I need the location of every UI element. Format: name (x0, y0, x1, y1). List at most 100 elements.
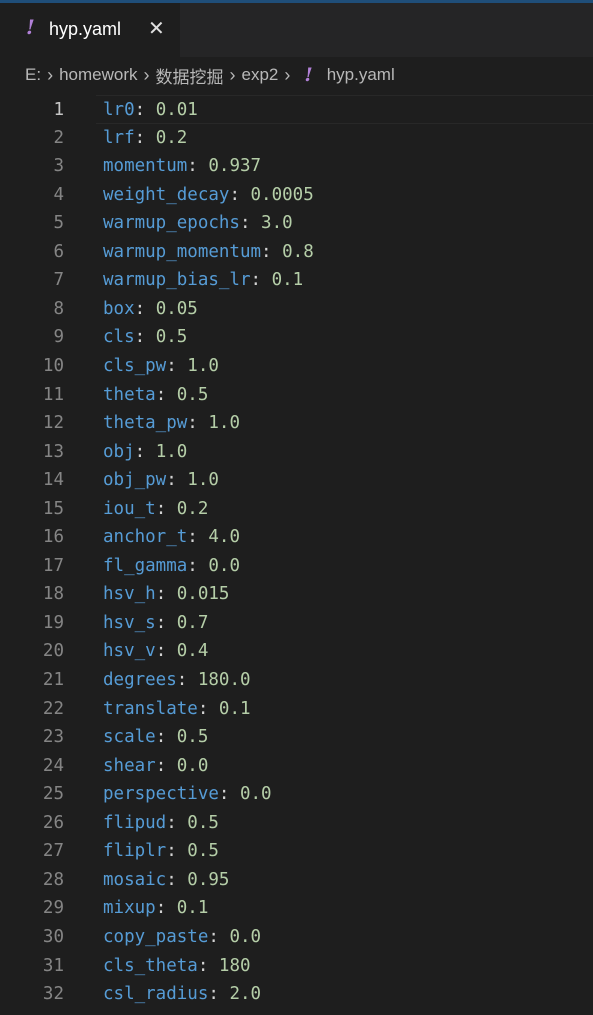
yaml-colon: : (250, 270, 272, 291)
code-line[interactable]: 6 warmup_momentum: 0.8 (0, 238, 593, 267)
code-line[interactable]: 2 lrf: 0.2 (0, 124, 593, 153)
line-number: 21 (42, 670, 64, 690)
code-text: translate: 0.1 (103, 695, 251, 724)
yaml-colon: : (155, 584, 177, 605)
code-line[interactable]: 22 translate: 0.1 (0, 695, 593, 724)
yaml-colon: : (187, 156, 209, 177)
code-text: lrf: 0.2 (103, 124, 187, 153)
code-line[interactable]: 24 shear: 0.0 (0, 752, 593, 781)
code-line[interactable]: 19 hsv_s: 0.7 (0, 609, 593, 638)
yaml-value: 0.0 (229, 926, 262, 947)
code-line[interactable]: 30 copy_paste: 0.0 (0, 923, 593, 952)
yaml-colon: : (155, 755, 177, 776)
close-icon[interactable]: ✕ (148, 16, 165, 40)
yaml-value: 4.0 (208, 527, 240, 548)
yaml-colon: : (155, 641, 177, 662)
tab-bar: ! hyp.yaml ✕ (0, 3, 593, 57)
line-number: 6 (53, 241, 64, 262)
yaml-colon: : (134, 441, 156, 462)
breadcrumb-data-mining[interactable]: 数据挖掘 (155, 63, 223, 88)
code-line[interactable]: 21 degrees: 180.0 (0, 666, 593, 695)
code-line[interactable]: 18 hsv_h: 0.015 (0, 580, 593, 609)
chevron-right-icon: › (47, 64, 54, 85)
code-line[interactable]: 31 cls_theta: 180 (0, 952, 593, 981)
line-number: 4 (53, 184, 64, 205)
yaml-colon: : (187, 527, 209, 548)
yaml-colon: : (187, 413, 209, 434)
yaml-key: fl_gamma (103, 555, 188, 576)
code-line[interactable]: 29 mixup: 0.1 (0, 894, 593, 923)
code-line[interactable]: 17 fl_gamma: 0.0 (0, 552, 593, 581)
code-line[interactable]: 9 cls: 0.5 (0, 323, 593, 352)
code-line[interactable]: 20 hsv_v: 0.4 (0, 637, 593, 666)
chevron-right-icon: › (284, 64, 291, 85)
line-number: 15 (42, 498, 64, 519)
yaml-value: 0.05 (155, 298, 198, 319)
code-line[interactable]: 13 obj: 1.0 (0, 438, 593, 467)
code-line[interactable]: 32 csl_radius: 2.0 (0, 980, 593, 1009)
line-number: 18 (42, 584, 64, 605)
chevron-right-icon: › (229, 64, 236, 85)
yaml-key: cls (103, 327, 135, 348)
code-text: degrees: 180.0 (103, 666, 251, 695)
line-number: 24 (42, 755, 64, 776)
yaml-key: weight_decay (103, 184, 230, 205)
code-line[interactable]: 7 warmup_bias_lr: 0.1 (0, 266, 593, 295)
code-text: cls_theta: 180 (103, 952, 251, 981)
line-number: 14 (42, 470, 64, 491)
code-line[interactable]: 16 anchor_t: 4.0 (0, 523, 593, 552)
line-number: 22 (42, 698, 64, 719)
code-editor[interactable]: 1 lr0: 0.01 2 lrf: 0.2 3 momentum: 0.937 4 weig… (0, 93, 593, 1015)
breadcrumb-drive[interactable]: E: (25, 65, 41, 85)
yaml-colon: : (208, 926, 230, 947)
yaml-colon: : (166, 869, 188, 890)
code-line-current[interactable]: 1 lr0: 0.01 (53, 95, 593, 125)
yaml-key: mosaic (103, 869, 167, 890)
breadcrumb-homework[interactable]: homework (59, 65, 137, 85)
yaml-colon: : (176, 670, 198, 690)
line-number: 29 (42, 898, 64, 919)
code-line[interactable]: 3 momentum: 0.937 (0, 152, 593, 181)
code-line[interactable]: 27 fliplr: 0.5 (0, 837, 593, 866)
code-text: momentum: 0.937 (103, 152, 261, 181)
line-number: 1 (53, 100, 64, 120)
code-text: fl_gamma: 0.0 (103, 552, 240, 581)
breadcrumb-file[interactable]: hyp.yaml (327, 65, 395, 85)
line-number: 13 (42, 441, 64, 462)
code-line[interactable]: 33 (0, 1009, 593, 1015)
code-line[interactable]: 25 perspective: 0.0 (0, 780, 593, 809)
yaml-key: warmup_epochs (103, 213, 240, 234)
yaml-key: iou_t (103, 498, 156, 519)
yaml-value: 0.7 (176, 612, 209, 633)
code-line[interactable]: 26 flipud: 0.5 (0, 809, 593, 838)
code-line[interactable]: 15 iou_t: 0.2 (0, 495, 593, 524)
yaml-key: perspective (103, 784, 219, 805)
code-line[interactable]: 8 box: 0.05 (0, 295, 593, 324)
code-line[interactable]: 4 weight_decay: 0.0005 (0, 181, 593, 210)
code-line[interactable]: 10 cls_pw: 1.0 (0, 352, 593, 381)
breadcrumb-exp2[interactable]: exp2 (241, 65, 278, 85)
code-line[interactable]: 11 theta: 0.5 (0, 381, 593, 410)
code-line[interactable]: 14 obj_pw: 1.0 (0, 466, 593, 495)
yaml-key: warmup_momentum (103, 241, 262, 262)
code-text: mixup: 0.1 (103, 894, 208, 923)
code-line[interactable]: 23 scale: 0.5 (0, 723, 593, 752)
yaml-colon: : (155, 612, 177, 633)
line-number: 3 (53, 156, 64, 177)
code-text: weight_decay: 0.0005 (103, 181, 314, 210)
yaml-value: 0.01 (155, 100, 198, 120)
tab-hyp-yaml[interactable]: ! hyp.yaml ✕ (0, 3, 180, 57)
yaml-key: lrf (103, 127, 135, 148)
yaml-key: csl_radius (103, 984, 209, 1005)
code-text: anchor_t: 4.0 (103, 523, 240, 552)
code-text: lr0: 0.01 (103, 96, 198, 125)
code-line[interactable]: 12 theta_pw: 1.0 (0, 409, 593, 438)
code-line[interactable]: 28 mosaic: 0.95 (0, 866, 593, 895)
code-text: hsv_s: 0.7 (103, 609, 208, 638)
code-text: mosaic: 0.95 (103, 866, 229, 895)
line-number: 28 (42, 869, 64, 890)
yaml-key: cls_theta (103, 955, 198, 976)
yaml-key: theta (103, 384, 156, 405)
line-number: 20 (42, 641, 64, 662)
code-line[interactable]: 5 warmup_epochs: 3.0 (0, 209, 593, 238)
